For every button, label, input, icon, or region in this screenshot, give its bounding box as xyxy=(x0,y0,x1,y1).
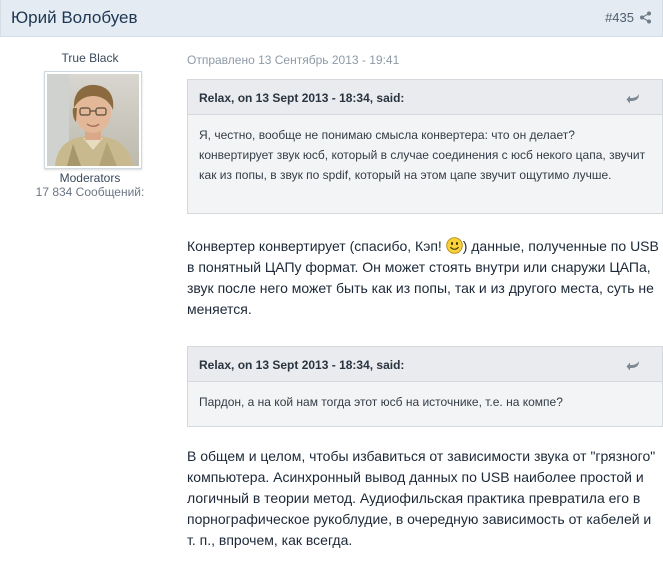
post-number-link[interactable]: #435 xyxy=(605,10,634,25)
quote-citation: Relax, on 13 Sept 2013 - 18:34, said: xyxy=(199,91,405,105)
view-quoted-post-icon[interactable] xyxy=(626,92,640,104)
quote-citation: Relax, on 13 Sept 2013 - 18:34, said: xyxy=(199,358,405,372)
posted-date: Отправлено 13 Сентябрь 2013 - 19:41 xyxy=(187,53,400,67)
share-icon[interactable] xyxy=(639,11,652,24)
user-group: Moderators xyxy=(59,171,121,185)
user-title: True Black xyxy=(61,51,119,65)
quote-block: Relax, on 13 Sept 2013 - 18:34, said: Я,… xyxy=(187,79,663,214)
post-paragraph: Конвертер конвертирует (спасибо, Кэп! ) … xyxy=(187,236,663,320)
author-name-link[interactable]: Юрий Волобуев xyxy=(11,8,138,28)
post-header: Юрий Волобуев #435 xyxy=(0,0,663,37)
quote-text: Пардон, а на кой нам тогда этот юсб на и… xyxy=(199,395,563,409)
post-count: 17 834 Сообщений: xyxy=(35,185,145,199)
quote-header: Relax, on 13 Sept 2013 - 18:34, said: xyxy=(188,80,662,115)
view-quoted-post-icon[interactable] xyxy=(626,359,640,371)
quote-block: Relax, on 13 Sept 2013 - 18:34, said: Па… xyxy=(187,346,663,427)
quote-text: Я, честно, вообще не понимаю смысла конв… xyxy=(199,128,646,182)
forum-post: Юрий Волобуев #435 True Black Moderators… xyxy=(0,0,663,562)
post-text-part: Конвертер конвертирует (спасибо, Кэп! xyxy=(187,238,446,254)
avatar-photo xyxy=(47,74,139,166)
quote-header: Relax, on 13 Sept 2013 - 18:34, said: xyxy=(188,347,662,382)
smiley-icon xyxy=(445,237,463,254)
post-paragraph: В общем и целом, чтобы избавиться от зав… xyxy=(187,448,656,548)
avatar[interactable] xyxy=(44,71,142,169)
